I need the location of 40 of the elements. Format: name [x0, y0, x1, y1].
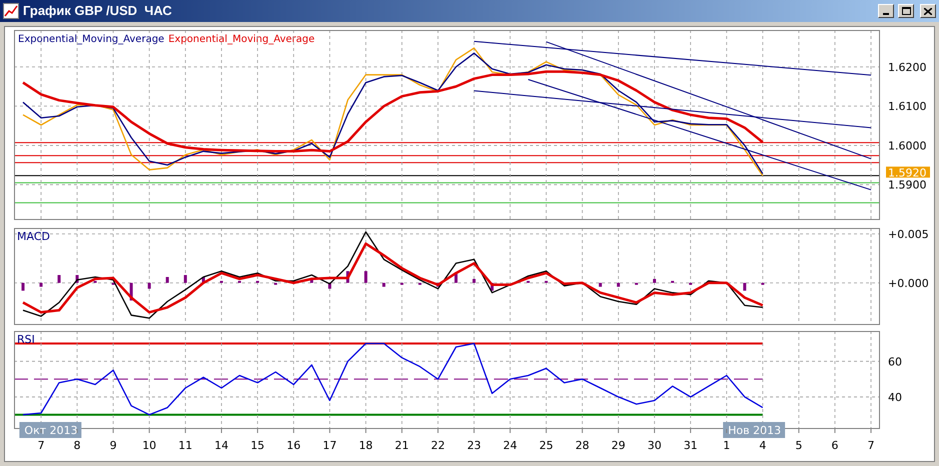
axis-label: 25: [539, 439, 554, 452]
axis-label: 15: [250, 439, 265, 452]
chart-title: RSI: [17, 333, 35, 346]
axis-label: 7: [38, 439, 45, 452]
axis-label: +0.005: [888, 228, 929, 241]
axis-label: 21: [394, 439, 409, 452]
axis-label: 1.6200: [888, 60, 926, 74]
axis-label: 8: [74, 439, 81, 452]
axis-label: +0.000: [888, 276, 929, 290]
axis-label: 30: [647, 439, 662, 452]
month-label: Окт 2013: [19, 422, 82, 438]
axis-label: 31: [684, 439, 698, 452]
window-title: График GBP /USD ЧАС: [23, 2, 173, 20]
axis-label: 60: [888, 355, 902, 368]
axis-label: 7: [867, 439, 874, 452]
axis-label: 1.6000: [888, 139, 926, 152]
axis-label: 17: [322, 439, 337, 452]
axis-label: 1.6100: [888, 100, 926, 114]
axis-label: 1: [723, 439, 730, 452]
month-label: Нов 2013: [723, 422, 786, 438]
axis-label: 5: [795, 439, 802, 452]
axis-label: 40: [888, 390, 902, 404]
axis-label: 4: [759, 439, 766, 452]
axis-label: 28: [575, 439, 590, 452]
axis-label: 16: [286, 439, 301, 452]
axis-label: 11: [178, 439, 192, 452]
legend-label: Exponential_Moving_Average: [18, 33, 164, 47]
axis-label: 9: [110, 439, 117, 452]
legend-label: Exponential_Moving_Average: [168, 33, 315, 47]
price-tag: 1.5920: [886, 166, 930, 180]
chart-title: MACD: [17, 230, 50, 243]
axis-label: 1.5900: [888, 178, 926, 192]
axis-label: 18: [358, 439, 373, 452]
axis-label: 14: [214, 439, 228, 452]
axis-label: 22: [430, 439, 445, 452]
axis-label: 29: [611, 439, 626, 452]
axis-label: 6: [831, 439, 838, 452]
axis-label: 10: [142, 439, 156, 452]
axis-label: 24: [503, 439, 518, 452]
axis-label: 23: [467, 439, 482, 452]
